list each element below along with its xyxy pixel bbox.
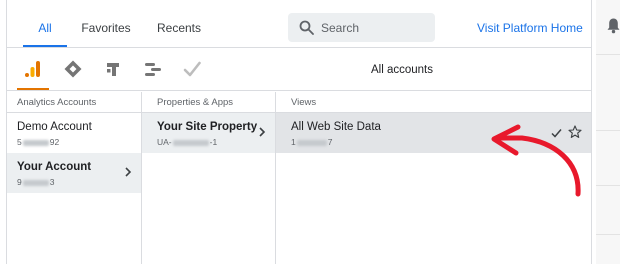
notification-bell-icon[interactable] (607, 18, 620, 34)
view-id: 17 (291, 137, 333, 147)
tab-recents[interactable]: Recents (153, 0, 205, 47)
accounts-column-header: Analytics Accounts (7, 92, 141, 113)
search-box[interactable] (288, 13, 435, 42)
all-accounts-title: All accounts (371, 64, 434, 76)
tag-manager-icon[interactable] (63, 59, 83, 79)
redacted-text (22, 139, 49, 146)
properties-column: Properties & Apps Your Site Property UA-… (142, 92, 276, 264)
selected-check-icon (551, 129, 562, 138)
view-item-all-web-site-data[interactable]: All Web Site Data 17 (276, 113, 591, 153)
account-name: Your Account (17, 161, 92, 173)
surveys-icon[interactable] (182, 59, 202, 79)
chevron-right-icon (259, 127, 266, 137)
data-studio-icon[interactable] (143, 59, 163, 79)
views-column-header: Views (276, 92, 591, 113)
properties-column-header: Properties & Apps (142, 92, 275, 113)
product-switcher: All accounts (7, 49, 591, 91)
account-item-demo[interactable]: Demo Account 5 92 (7, 113, 141, 153)
account-id: 93 (17, 177, 55, 187)
redacted-text (296, 139, 327, 146)
tab-favorites[interactable]: Favorites (77, 0, 135, 47)
property-name: Your Site Property (157, 121, 258, 133)
background-divider (596, 130, 620, 131)
favorite-star-icon[interactable] (568, 125, 582, 139)
background-divider (596, 234, 620, 235)
optimize-icon[interactable] (103, 59, 123, 79)
analytics-icon[interactable] (23, 59, 43, 79)
property-id: UA- -1 (157, 137, 218, 147)
account-picker-panel: All Favorites Recents Visit Platform Hom… (6, 0, 592, 264)
background-divider (596, 185, 620, 186)
view-name: All Web Site Data (291, 121, 381, 133)
search-icon (299, 20, 314, 35)
account-item-your-account[interactable]: Your Account 93 (7, 153, 141, 193)
picker-header: All Favorites Recents Visit Platform Hom… (7, 0, 591, 48)
search-input[interactable] (321, 13, 426, 42)
background-divider (596, 54, 620, 55)
background-page (596, 0, 620, 264)
active-tab-indicator (23, 45, 67, 47)
tab-all[interactable]: All (23, 0, 67, 47)
redacted-text (172, 139, 209, 146)
account-name: Demo Account (17, 121, 92, 133)
views-column: Views All Web Site Data 17 (276, 92, 591, 264)
account-id: 5 92 (17, 137, 60, 147)
chevron-right-icon (125, 167, 132, 177)
visit-platform-home-link[interactable]: Visit Platform Home (477, 0, 583, 56)
active-product-indicator (17, 88, 49, 90)
accounts-column: Analytics Accounts Demo Account 5 92 Your… (7, 92, 142, 264)
redacted-text (22, 179, 49, 186)
property-item-your-site-property[interactable]: Your Site Property UA- -1 (142, 113, 275, 153)
